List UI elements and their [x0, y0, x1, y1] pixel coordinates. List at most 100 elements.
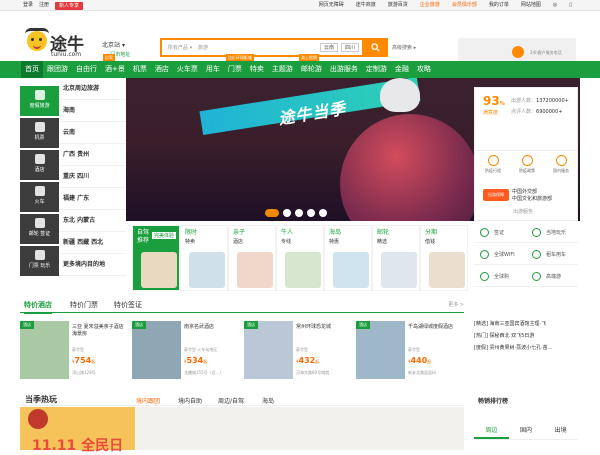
- tab-island[interactable]: 海岛: [262, 396, 274, 405]
- quick-service-item[interactable]: 全球WIFI: [474, 245, 526, 265]
- quick-service-item[interactable]: 全球购: [474, 267, 526, 287]
- search-category-select[interactable]: 所有产品 ▾: [162, 44, 198, 51]
- banner-dot-5[interactable]: [319, 209, 327, 217]
- sidebar-destination[interactable]: 更多境内目的地: [59, 254, 126, 276]
- tab-domestic-group[interactable]: 境内跟团: [136, 396, 160, 405]
- flower-icon: [28, 409, 48, 429]
- nav-item[interactable]: 机票: [129, 61, 151, 78]
- news-item[interactable]: [精选] 海南三亚国宾酒馆主理·飞: [474, 318, 580, 330]
- sidebar-category-label: 度假旅游: [29, 103, 50, 109]
- tab-visa-deals[interactable]: 特价签证: [114, 297, 142, 313]
- nav-item[interactable]: 出游服务: [326, 61, 362, 78]
- hotel-deal[interactable]: 酒店 三亚 夏宋溢美亲子酒店海景房 豪华型 ¥754起 顶山路128号: [20, 321, 128, 381]
- sidebar-category[interactable]: 机票: [20, 118, 59, 148]
- tab-rank-outbound[interactable]: 出境: [543, 422, 578, 439]
- banner-dot-4[interactable]: [307, 209, 315, 217]
- top-link-goods[interactable]: 旅游百货: [388, 0, 408, 11]
- tab-domestic-self[interactable]: 境内自助: [178, 396, 202, 405]
- news-item[interactable]: [度假] 贵州黄果树·荔波小七孔·苗...: [474, 342, 580, 354]
- quick-service-item[interactable]: 高端游: [526, 267, 578, 287]
- service-epidemic-trip[interactable]: 防疫行程: [477, 155, 509, 174]
- promo-card[interactable]: 邮轮 精选: [372, 225, 420, 291]
- hotel-deal[interactable]: 酒店 千岛湖绿城度假酒店 豪华型 ¥440起 新安北路县县码: [356, 321, 464, 381]
- sidebar-destination[interactable]: 重庆 四川: [59, 166, 126, 188]
- reviews-label: 点评人数：: [511, 109, 537, 115]
- sidebar-destination[interactable]: 广西 贵州: [59, 144, 126, 166]
- tuniu-logo[interactable]: 途牛 tuniu.com: [25, 27, 89, 61]
- register-link[interactable]: 注册: [39, 0, 49, 11]
- promo-card[interactable]: 限时 特卖: [180, 225, 228, 291]
- sidebar-category[interactable]: 酒店: [20, 150, 59, 180]
- hotel-deal[interactable]: 酒店 常州环球恐龙城 豪华型 ¥432起 河海东路60号城就...: [244, 321, 352, 381]
- city-selector[interactable]: 北京站 ▾ ⌖ 门市地址: [102, 40, 130, 58]
- promo-card[interactable]: 牛人 专线: [276, 225, 324, 291]
- advanced-search-link[interactable]: 高级搜索 ▸: [392, 44, 416, 51]
- sidebar-category[interactable]: 门票 玩乐: [20, 246, 59, 276]
- quick-service-item[interactable]: 当地玩乐: [526, 223, 578, 243]
- promo-card[interactable]: 自驾推荐 完美体验: [132, 225, 180, 291]
- top-link-business[interactable]: 途牛商旅: [356, 0, 376, 11]
- banner-dot-2[interactable]: [283, 209, 291, 217]
- search-input[interactable]: 旅游: [198, 44, 320, 51]
- sidebar-destination[interactable]: 东北 内蒙古: [59, 210, 126, 232]
- search-tag-sichuan[interactable]: 四川: [340, 43, 359, 52]
- top-link-enterprise[interactable]: 企业旅游: [420, 0, 440, 11]
- top-link-orders[interactable]: 我的订单: [489, 0, 509, 11]
- promo-card[interactable]: 海岛 特惠: [324, 225, 372, 291]
- nav-item[interactable]: 门票 比价环球影城: [224, 54, 254, 78]
- sidebar-category[interactable]: 火车: [20, 182, 59, 212]
- tab-ticket-deals[interactable]: 特价门票: [70, 297, 98, 313]
- more-deals-link[interactable]: 更多 >: [448, 297, 464, 313]
- news-item[interactable]: [热门] 探秘西北 双飞5日游: [474, 330, 580, 342]
- sidebar-destination[interactable]: 海南: [59, 100, 126, 122]
- top-link-sitemap[interactable]: 网站地图: [521, 0, 541, 11]
- nav-item[interactable]: 火车票: [173, 61, 202, 78]
- sidebar-destination[interactable]: 北京周边旅游: [59, 78, 126, 100]
- nav-item[interactable]: 主题游: [268, 61, 297, 78]
- search-button[interactable]: [362, 38, 388, 57]
- nav-item[interactable]: 首页: [21, 61, 43, 78]
- sidebar-category[interactable]: 邮轮 签证: [20, 214, 59, 244]
- service-domestic[interactable]: 国内服务: [545, 155, 577, 174]
- nav-item[interactable]: 定制游: [362, 61, 391, 78]
- tab-nearby-drive[interactable]: 周边/自驾: [218, 396, 244, 405]
- hotel-deal[interactable]: 酒店 南京名武酒店 豪华型·火车站地区 ¥534起 龙蟠路155号（近...）: [132, 321, 240, 381]
- search-tag-yunnan[interactable]: 云南: [319, 43, 338, 52]
- nav-item[interactable]: 用车: [202, 61, 224, 78]
- sidebar-destination[interactable]: 云南: [59, 122, 126, 144]
- nav-item[interactable]: 金融: [391, 61, 413, 78]
- banner-dot-3[interactable]: [295, 209, 303, 217]
- nav-item[interactable]: 特卖: [246, 61, 268, 78]
- newbie-badge[interactable]: 新人专享: [55, 1, 84, 10]
- tab-rank-nearby[interactable]: 周边: [474, 422, 509, 439]
- sidebar-destination[interactable]: 福建 广东: [59, 188, 126, 210]
- nav-item[interactable]: 自由行: [72, 61, 101, 78]
- login-link[interactable]: 登录: [23, 0, 33, 11]
- nav-item[interactable]: 跟团游: [43, 61, 72, 78]
- promo-card[interactable]: 分期 借钱: [420, 225, 468, 291]
- quick-service-item[interactable]: 租车用车: [526, 245, 578, 265]
- service-circle-icon: [480, 228, 489, 237]
- top-link-accessibility[interactable]: 网页无障碍: [319, 0, 344, 11]
- seasonal-section-header: 当季热玩 境内跟团 境内自助 周边/自驾 海岛: [20, 392, 464, 406]
- tab-rank-domestic[interactable]: 国内: [509, 422, 544, 439]
- nav-item[interactable]: 邮轮游 海上假期: [297, 54, 326, 78]
- tab-hotel-deals[interactable]: 特价酒店: [24, 297, 52, 314]
- service-caption: 出游服务: [513, 209, 534, 215]
- top-link-club[interactable]: 会员俱乐部: [452, 0, 477, 11]
- promo-card[interactable]: 亲子 酒店: [228, 225, 276, 291]
- mobile-icon[interactable]: ▯: [569, 0, 572, 11]
- nav-item[interactable]: 酒店: [151, 61, 173, 78]
- service-epidemic-policy[interactable]: 防疫政策: [511, 155, 543, 174]
- service-phone-text: 24h客户服务电话: [530, 50, 562, 55]
- quick-service-item[interactable]: 签证: [474, 223, 526, 243]
- nav-item[interactable]: 攻略: [413, 61, 435, 78]
- sidebar-destination[interactable]: 新疆 西藏 西北: [59, 232, 126, 254]
- sidebar-category[interactable]: 度假旅游: [20, 86, 59, 116]
- travel-guarantee[interactable]: 出游保障 中国外交部 中国文化和旅游部: [483, 189, 552, 203]
- weibo-icon[interactable]: ◎: [553, 0, 557, 11]
- banner-dot-1[interactable]: [265, 209, 279, 217]
- nav-item-label: 定制游: [365, 65, 387, 73]
- seasonal-promo-image[interactable]: 11.11 全民日: [20, 407, 135, 454]
- nav-item[interactable]: 酒+景 自驾: [101, 54, 129, 78]
